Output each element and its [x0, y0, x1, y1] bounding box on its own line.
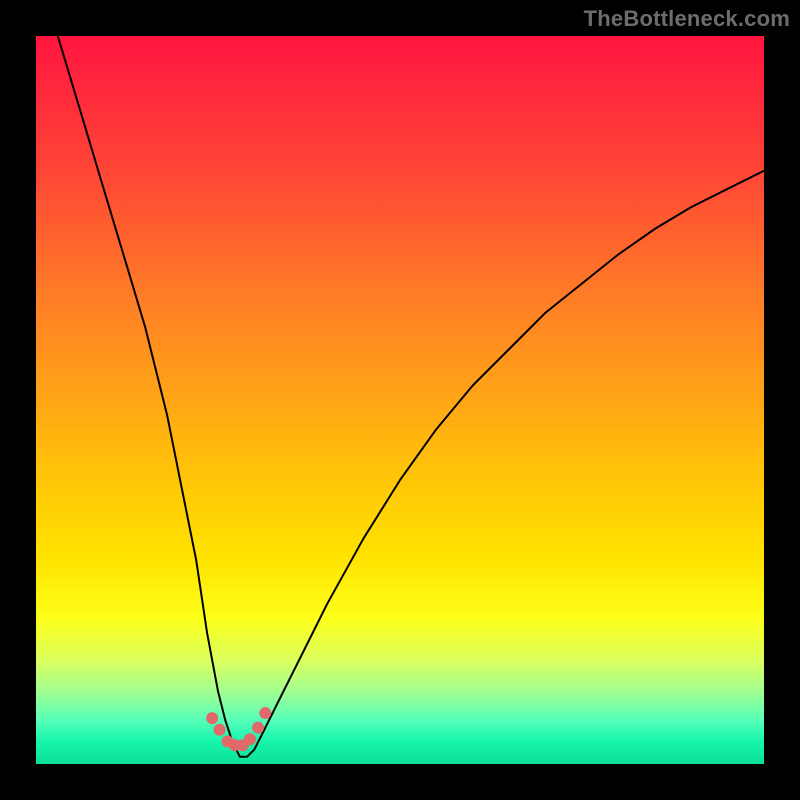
- watermark-text: TheBottleneck.com: [584, 6, 790, 32]
- gradient-plot-area: [36, 36, 764, 764]
- trough-dot: [206, 712, 218, 724]
- trough-dot: [214, 724, 226, 736]
- bottleneck-curve-path: [36, 36, 764, 757]
- trough-dot: [252, 722, 264, 734]
- trough-dot: [244, 733, 256, 745]
- trough-dot: [259, 707, 271, 719]
- curve-svg: [36, 36, 764, 764]
- outer-frame: TheBottleneck.com: [0, 0, 800, 800]
